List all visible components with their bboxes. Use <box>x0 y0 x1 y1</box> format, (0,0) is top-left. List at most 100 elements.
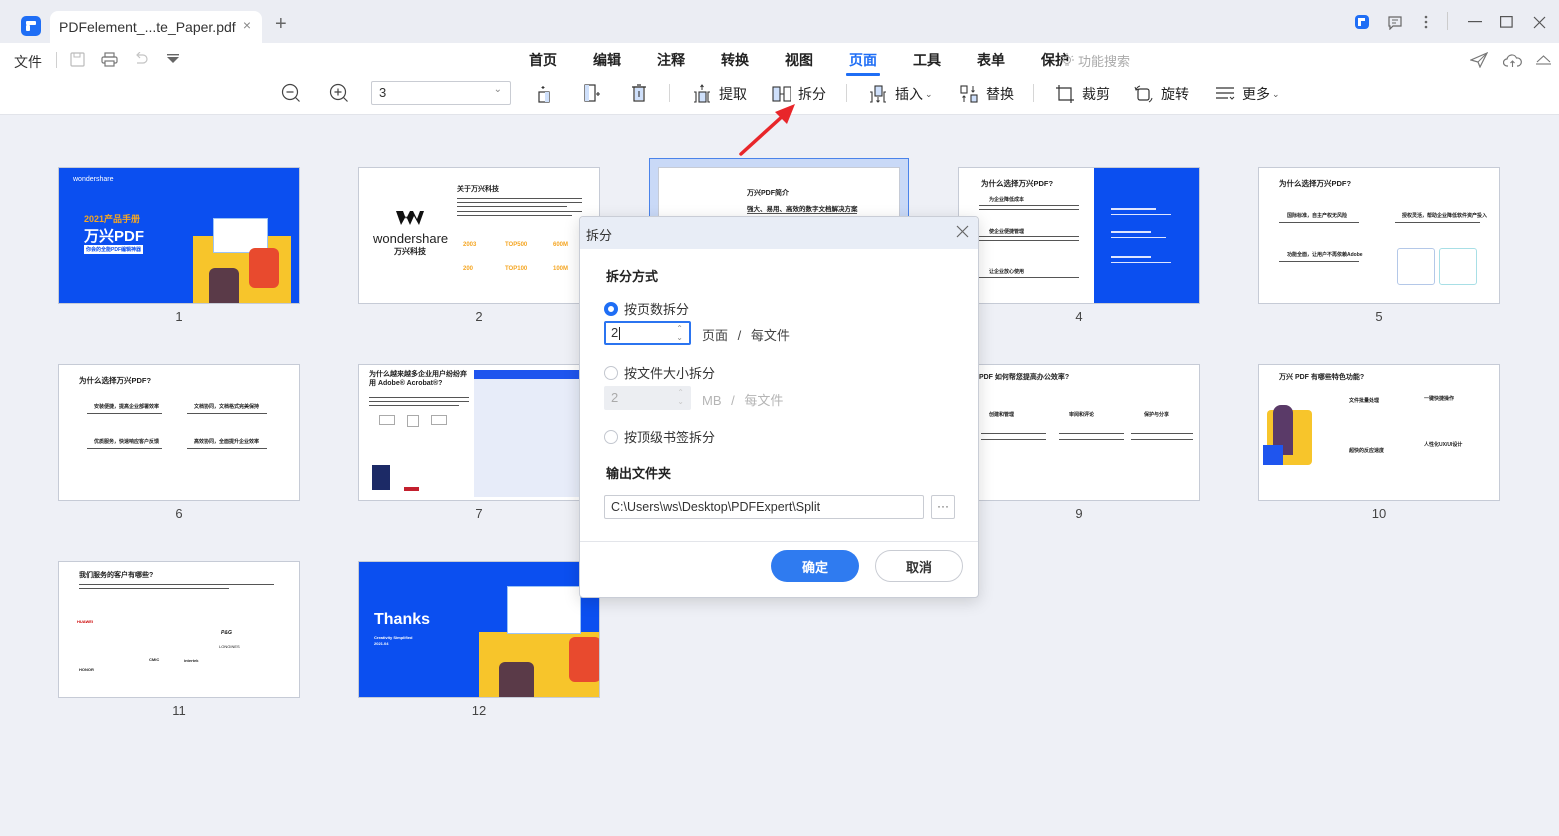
output-folder-heading: 输出文件夹 <box>606 466 672 481</box>
undo-icon[interactable] <box>132 50 150 68</box>
extract-icon <box>692 84 712 104</box>
minimize-icon[interactable] <box>1463 11 1487 33</box>
maximize-icon[interactable] <box>1494 11 1518 33</box>
radio-selected[interactable] <box>604 301 618 316</box>
save-icon[interactable] <box>68 50 86 68</box>
split-by-bookmark-label: 按顶级书签拆分 <box>624 430 716 445</box>
dialog-close-icon[interactable] <box>956 223 969 241</box>
radio-unselected[interactable] <box>604 429 618 444</box>
page-thumbnail[interactable]: 万兴 PDF 如何帮您提高办公效率? 创建和管理 审阅和评论 保护与分享 <box>958 364 1200 501</box>
page-thumbnail[interactable]: 为什么越来越多企业用户纷纷弃用 Adobe® Acrobat®? <box>358 364 600 501</box>
ribbon-divider <box>1033 84 1034 102</box>
delete-page-icon[interactable] <box>628 82 650 104</box>
print-icon[interactable] <box>100 50 118 68</box>
tab-home[interactable]: 首页 <box>518 50 568 72</box>
zoom-out-icon[interactable] <box>280 82 302 104</box>
page-thumbnail[interactable]: 为什么选择万兴PDF? 为企业降低成本 使企业便捷管理 让企业放心使用 <box>958 167 1200 304</box>
tab-convert[interactable]: 转换 <box>710 50 760 72</box>
thumb-subtitle: Creativity Simplified <box>374 635 413 640</box>
feature-search[interactable]: 功能搜索 <box>1060 51 1130 70</box>
menu-tabs: 首页 编辑 注释 转换 视图 页面 工具 表单 保护 <box>518 50 1094 76</box>
cancel-button[interactable]: 取消 <box>875 550 963 582</box>
insert-dropdown-icon: ⌄ <box>925 88 933 99</box>
feedback-icon[interactable] <box>1383 11 1407 33</box>
client-logo: CMIC <box>149 657 160 662</box>
ok-button[interactable]: 确定 <box>771 550 859 582</box>
replace-button[interactable]: 替换 <box>959 82 1014 106</box>
tab-edit[interactable]: 编辑 <box>582 50 632 72</box>
collapse-ribbon-icon[interactable] <box>1533 51 1553 69</box>
crop-label: 裁剪 <box>1082 86 1110 102</box>
replace-icon <box>959 84 979 104</box>
insert-icon <box>868 84 888 104</box>
pages-per-file-input[interactable]: 2 ⌃ ⌄ <box>604 321 691 345</box>
output-folder-input[interactable]: C:\Users\ws\Desktop\PDFExpert\Split <box>604 495 924 519</box>
size-per-file-input: 2 ⌃ ⌄ <box>604 386 691 410</box>
tab-comment[interactable]: 注释 <box>646 50 696 72</box>
size-per-file-unit: MB / 每文件 <box>702 393 784 408</box>
thumb-item: 文件批量处理 <box>1349 398 1380 404</box>
share-send-icon[interactable] <box>1469 51 1489 69</box>
thumb-item: 创建和管理 <box>989 412 1015 418</box>
page-thumbnail[interactable]: wondershare 2021产品手册 万兴PDF 你会的全能PDF编辑神器 <box>58 167 300 304</box>
thumb-item: 国际标准，自主产权无风险 <box>1287 213 1348 219</box>
page-number-label: 1 <box>175 309 183 324</box>
thumb-item: 为企业降低成本 <box>989 197 1025 203</box>
quick-access-divider <box>56 52 57 68</box>
file-menu[interactable]: 文件 <box>14 52 42 72</box>
page-thumbnail[interactable]: 万兴 PDF 有哪些特色功能? 文件批量处理 一键快捷操作 超快的反应速度 人性… <box>1258 364 1500 501</box>
brand-account-icon[interactable] <box>1350 11 1374 33</box>
page-thumbnail[interactable]: 我们服务的客户有哪些? HUAWEI P&G HONOR intertek LO… <box>58 561 300 698</box>
brand-name-cn: 万兴科技 <box>394 247 426 256</box>
thumb-title: 万兴PDF简介 <box>747 190 789 197</box>
crop-button[interactable]: 裁剪 <box>1055 82 1110 106</box>
close-tab-icon[interactable]: × <box>243 17 251 33</box>
page-number-label: 11 <box>172 703 186 718</box>
cloud-upload-icon[interactable] <box>1502 51 1522 69</box>
thumb-item: 使企业便捷管理 <box>989 229 1025 235</box>
rotate-button[interactable]: 旋转 <box>1134 82 1189 106</box>
stat-value: TOP100 <box>505 266 528 272</box>
stepper-arrows-icon[interactable]: ⌃ ⌄ <box>676 324 683 342</box>
client-logo: HUAWEI <box>77 619 93 624</box>
browse-folder-button[interactable]: ··· <box>931 495 955 519</box>
document-tab-title: PDFelement_...te_Paper.pdf <box>59 19 236 35</box>
zoom-in-icon[interactable] <box>328 82 350 104</box>
new-tab-button[interactable]: + <box>275 13 287 36</box>
tab-tools[interactable]: 工具 <box>902 50 952 72</box>
split-by-bookmark-option[interactable]: 按顶级书签拆分 <box>604 427 715 446</box>
ribbon-divider <box>846 84 847 102</box>
page-thumbnail[interactable]: 为什么选择万兴PDF? 安装便捷，提高企业部署效率 文档协同，文档格式完美保持 … <box>58 364 300 501</box>
tab-page[interactable]: 页面 <box>838 50 888 76</box>
thumb-subtitle: 2021产品手册 <box>84 214 141 224</box>
document-tab[interactable]: PDFelement_...te_Paper.pdf × <box>50 11 262 43</box>
dialog-title: 拆分 <box>586 228 613 243</box>
insert-page-after-icon[interactable] <box>581 82 603 104</box>
radio-unselected[interactable] <box>604 365 618 380</box>
split-by-size-option[interactable]: 按文件大小拆分 <box>604 363 715 382</box>
pages-per-file-value: 2 <box>611 325 619 340</box>
page-number-label: 4 <box>1075 309 1083 324</box>
insert-page-before-icon[interactable] <box>533 82 555 104</box>
more-button[interactable]: 更多 ⌄ <box>1215 82 1280 106</box>
page-thumbnail[interactable]: Thanks Creativity Simplified 2021.04 <box>358 561 600 698</box>
customize-toolbar-icon[interactable] <box>164 50 182 68</box>
more-list-icon <box>1215 84 1235 104</box>
close-window-icon[interactable] <box>1527 11 1551 33</box>
page-number-select[interactable]: 3 ⌄ <box>371 81 511 105</box>
more-options-icon[interactable] <box>1414 11 1438 33</box>
title-bar: PDFelement_...te_Paper.pdf × + <box>0 0 1559 43</box>
insert-button[interactable]: 插入 ⌄ <box>868 82 933 106</box>
page-thumbnail[interactable]: 为什么选择万兴PDF? 国际标准，自主产权无风险 授权灵活，帮助企业降低软件资产… <box>1258 167 1500 304</box>
thumb-subtitle: 强大、易用、高效的数字文档解决方案 <box>747 206 858 213</box>
client-logo: LONGINES <box>219 644 240 649</box>
size-per-file-value: 2 <box>611 390 619 405</box>
rotate-icon <box>1134 84 1154 104</box>
stat-value: 200 <box>463 266 474 272</box>
brand-name: wondershare <box>373 231 449 246</box>
thumb-title: 为什么选择万兴PDF? <box>79 376 152 385</box>
tab-form[interactable]: 表单 <box>966 50 1016 72</box>
page-thumbnail[interactable]: wondershare 万兴科技 关于万兴科技 2003 TOP500 600M… <box>358 167 600 304</box>
split-by-pages-option[interactable]: 按页数拆分 <box>604 299 689 318</box>
tab-view[interactable]: 视图 <box>774 50 824 72</box>
